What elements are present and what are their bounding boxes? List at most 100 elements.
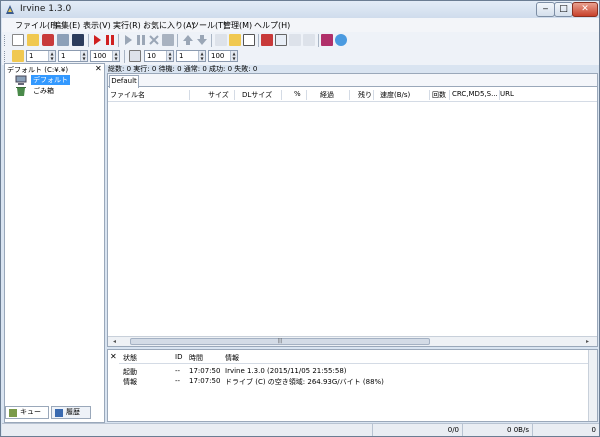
stepper-arrows-icon[interactable]: ▲ ▼ xyxy=(80,51,87,61)
main-toolbar xyxy=(2,32,599,49)
scroll-left-icon[interactable]: ◂ xyxy=(113,338,116,345)
log-col-time[interactable]: 時間 xyxy=(189,353,203,363)
panel-close-icon[interactable]: ✕ xyxy=(95,64,102,73)
book-icon[interactable] xyxy=(321,34,333,46)
import-icon[interactable] xyxy=(42,34,54,46)
retry-stepper[interactable]: 1 ▲ ▼ xyxy=(58,50,88,62)
status-bar: 0/0 0 0B/s 0 xyxy=(2,423,599,436)
minimize-button[interactable]: ‒ xyxy=(536,2,555,17)
log-col-id[interactable]: ID xyxy=(175,353,182,361)
interval-stepper[interactable]: 10 ▲ ▼ xyxy=(144,50,174,62)
queue-icon xyxy=(9,409,17,417)
new-icon[interactable] xyxy=(12,34,24,46)
col-percent[interactable]: % xyxy=(294,90,307,100)
status-speed: 0 0B/s xyxy=(462,424,532,436)
tab-queue[interactable]: キュー xyxy=(5,406,49,419)
delete-icon[interactable] xyxy=(148,34,160,46)
clear-icon[interactable] xyxy=(162,34,174,46)
col-checksum[interactable]: CRC,MD5,S... xyxy=(452,90,500,100)
toolbar-grip xyxy=(4,35,6,46)
tab-default[interactable]: Default xyxy=(109,75,139,88)
paste-icon[interactable] xyxy=(303,34,315,46)
pause-icon[interactable] xyxy=(104,34,116,46)
download-list-panel: Default ファイル名 サイズ DLサイズ % 経過 残り 速度(B/s) … xyxy=(107,73,598,347)
toolbar-separator xyxy=(124,50,125,63)
log-col-state[interactable]: 状態 xyxy=(123,353,137,363)
log-list: 状態 ID 時間 情報 起動 -- 17:07:50 Irvine 1.3.0 … xyxy=(119,350,588,421)
toolbar-separator xyxy=(211,34,212,47)
log-vertical-scrollbar[interactable] xyxy=(588,350,597,421)
properties-icon[interactable] xyxy=(243,34,255,46)
queue-tabstrip: Default xyxy=(108,74,597,88)
maximize-button[interactable]: □ xyxy=(554,2,573,17)
col-count[interactable]: 回数 xyxy=(432,90,450,100)
start-item-icon[interactable] xyxy=(122,34,134,46)
copy-item-icon[interactable] xyxy=(289,34,301,46)
toolbar-separator xyxy=(258,34,259,47)
log-col-info[interactable]: 情報 xyxy=(225,353,239,363)
folder-icon[interactable] xyxy=(229,34,241,46)
tab-history[interactable]: 履歴 xyxy=(51,406,91,419)
count-stepper[interactable]: 1 ▲ ▼ xyxy=(176,50,206,62)
stepper-arrows-icon[interactable]: ▲ ▼ xyxy=(230,51,237,61)
stepper-arrows-icon[interactable]: ▲ ▼ xyxy=(48,51,55,61)
cut-icon[interactable] xyxy=(275,34,287,46)
toolbar-grip xyxy=(4,51,6,62)
menu-bar: ファイル(F) 編集(E) 表示(V) 実行(R) お気に入り(A) ツール(T… xyxy=(2,18,599,32)
connection-icon xyxy=(12,50,24,62)
col-elapsed[interactable]: 経過 xyxy=(320,90,350,100)
help-icon[interactable] xyxy=(335,34,347,46)
stepper-arrows-icon[interactable]: ▲ ▼ xyxy=(112,51,119,61)
pause-item-icon[interactable] xyxy=(135,34,147,46)
max-connections-stepper[interactable]: 1 ▲ ▼ xyxy=(26,50,56,62)
horizontal-scrollbar[interactable]: ◂ ||| ▸ xyxy=(108,336,597,346)
stepper-arrows-icon[interactable]: ▲ ▼ xyxy=(166,51,173,61)
status-count: 0 xyxy=(532,424,599,436)
col-dl-size[interactable]: DLサイズ xyxy=(242,90,282,100)
copy-icon[interactable] xyxy=(215,34,227,46)
scroll-right-icon[interactable]: ▸ xyxy=(586,338,589,345)
close-button[interactable]: ✕ xyxy=(572,2,598,17)
stepper-arrows-icon[interactable]: ▲ ▼ xyxy=(198,51,205,61)
log-row[interactable]: 起動 -- 17:07:50 Irvine 1.3.0 (2015/11/05 … xyxy=(119,367,588,377)
start-icon[interactable] xyxy=(91,34,103,46)
trash-icon xyxy=(16,87,26,96)
computer-icon xyxy=(15,75,27,85)
add-url-icon[interactable] xyxy=(261,34,273,46)
save-icon[interactable] xyxy=(72,34,84,46)
toolbar-separator xyxy=(318,34,319,47)
menu-view[interactable]: 表示(V) xyxy=(83,20,111,31)
maximize-icon: □ xyxy=(559,4,568,14)
folder-path: デフォルト (C:¥.¥) xyxy=(7,66,69,74)
menu-manage[interactable]: 管理(M) xyxy=(223,20,252,31)
tree-item-label: デフォルト xyxy=(31,75,70,85)
percent-stepper[interactable]: 100 ▲ ▼ xyxy=(90,50,120,62)
print-icon[interactable] xyxy=(57,34,69,46)
col-size[interactable]: サイズ xyxy=(208,90,235,100)
log-panel: ✕ 状態 ID 時間 情報 起動 -- 17:07:50 Irvine 1.3.… xyxy=(107,349,598,422)
menu-file[interactable]: ファイル(F) xyxy=(15,20,58,31)
log-header: 状態 ID 時間 情報 xyxy=(119,352,588,364)
col-filename[interactable]: ファイル名 xyxy=(110,90,190,100)
col-speed[interactable]: 速度(B/s) xyxy=(380,90,430,100)
window-title: Irvine 1.3.0 xyxy=(20,4,72,14)
speed-stepper[interactable]: 100 ▲ ▼ xyxy=(208,50,238,62)
col-url[interactable]: URL xyxy=(500,90,540,100)
folder-panel-header: デフォルト (C:¥.¥) ✕ xyxy=(5,64,104,74)
log-close-icon[interactable]: ✕ xyxy=(110,352,117,361)
open-folder-icon[interactable] xyxy=(27,34,39,46)
menu-tools[interactable]: ツール(T) xyxy=(191,20,226,31)
window-icon xyxy=(129,50,141,62)
menu-help[interactable]: ヘルプ(H) xyxy=(254,20,290,31)
log-row[interactable]: 情報 -- 17:07:50 ドライブ (C) の空き領域: 264.93G/バ… xyxy=(119,377,588,387)
scroll-thumb[interactable]: ||| xyxy=(130,338,430,345)
menu-edit[interactable]: 編集(E) xyxy=(53,20,80,31)
folder-panel: デフォルト (C:¥.¥) ✕ デフォルト ごみ箱 xyxy=(4,63,105,423)
col-remaining[interactable]: 残り xyxy=(358,90,374,100)
menu-run[interactable]: 実行(R) xyxy=(113,20,141,31)
history-icon xyxy=(55,409,63,417)
toolbar-separator xyxy=(88,34,89,47)
menu-favorites[interactable]: お気に入り(A) xyxy=(143,20,195,31)
move-up-icon[interactable] xyxy=(182,34,194,46)
move-down-icon[interactable] xyxy=(196,34,208,46)
